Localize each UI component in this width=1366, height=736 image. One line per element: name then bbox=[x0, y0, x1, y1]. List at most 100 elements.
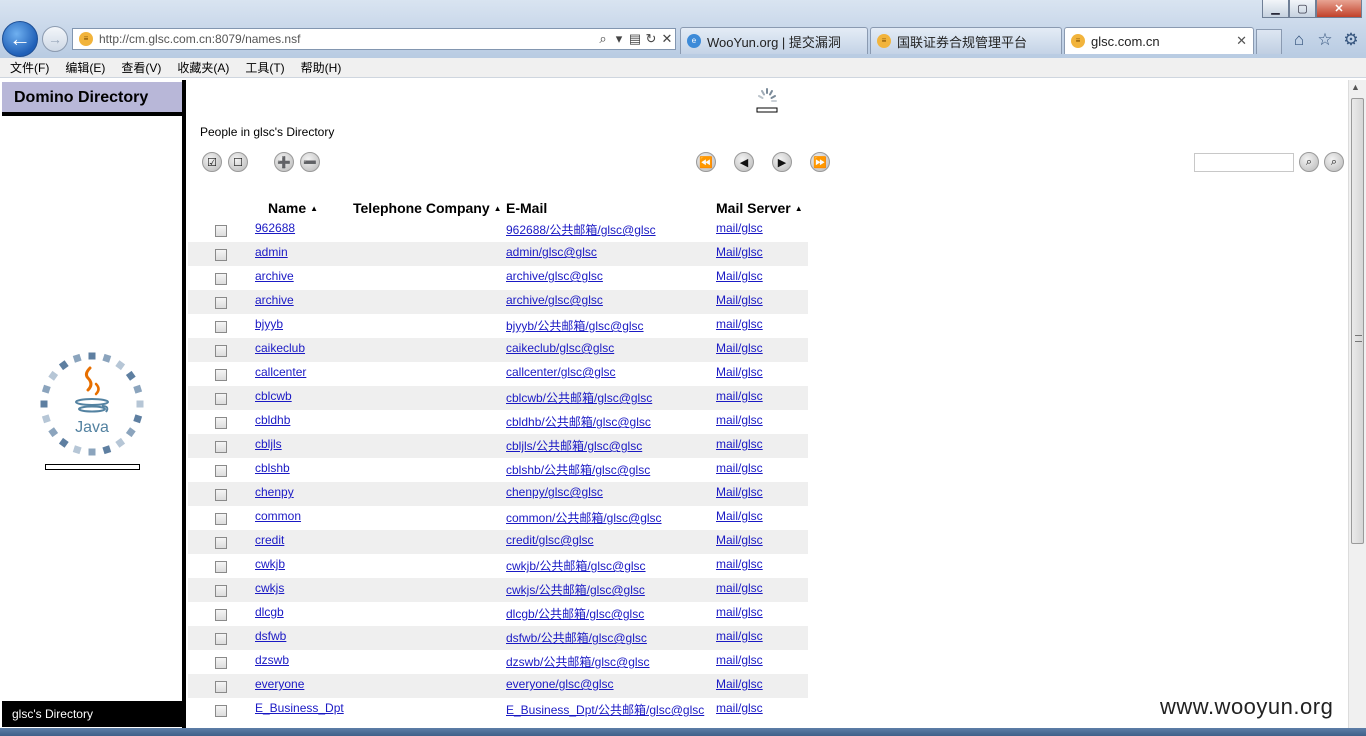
person-mail-server-link[interactable]: mail/glsc bbox=[716, 221, 763, 235]
person-name-link[interactable]: common bbox=[255, 509, 301, 523]
person-email-link[interactable]: dsfwb/公共邮箱/glsc@glsc bbox=[506, 629, 647, 646]
row-checkbox[interactable] bbox=[215, 705, 227, 717]
next-page-button[interactable]: ▶ bbox=[772, 152, 792, 172]
person-email-link[interactable]: cwkjb/公共邮箱/glsc@glsc bbox=[506, 557, 646, 574]
home-icon[interactable]: ⌂ bbox=[1290, 30, 1308, 50]
view-search-input[interactable] bbox=[1194, 153, 1294, 172]
new-tab-button[interactable] bbox=[1256, 29, 1282, 54]
search-button[interactable]: ⌕ bbox=[1324, 152, 1344, 172]
person-mail-server-link[interactable]: mail/glsc bbox=[716, 701, 763, 715]
row-checkbox[interactable] bbox=[215, 297, 227, 309]
person-name-link[interactable]: callcenter bbox=[255, 365, 306, 379]
person-mail-server-link[interactable]: mail/glsc bbox=[716, 581, 763, 595]
person-mail-server-link[interactable]: mail/glsc bbox=[716, 389, 763, 403]
person-name-link[interactable]: 962688 bbox=[255, 221, 295, 235]
row-checkbox[interactable] bbox=[215, 489, 227, 501]
minimize-button[interactable]: ▁ bbox=[1262, 0, 1289, 18]
person-mail-server-link[interactable]: mail/glsc bbox=[716, 629, 763, 643]
compatibility-icon[interactable]: ▤ bbox=[627, 31, 643, 47]
person-name-link[interactable]: archive bbox=[255, 293, 294, 307]
person-mail-server-link[interactable]: mail/glsc bbox=[716, 317, 763, 331]
forward-button[interactable]: → bbox=[42, 26, 68, 52]
menu-favorites[interactable]: 收藏夹(A) bbox=[177, 59, 229, 76]
stop-icon[interactable]: ✕ bbox=[659, 31, 675, 47]
menu-help[interactable]: 帮助(H) bbox=[301, 59, 342, 76]
person-email-link[interactable]: bjyyb/公共邮箱/glsc@glsc bbox=[506, 317, 644, 334]
row-checkbox[interactable] bbox=[215, 393, 227, 405]
previous-page-button[interactable]: ◀ bbox=[734, 152, 754, 172]
person-mail-server-link[interactable]: Mail/glsc bbox=[716, 341, 763, 355]
expand-all-button[interactable]: ➕ bbox=[274, 152, 294, 172]
person-email-link[interactable]: archive/glsc@glsc bbox=[506, 293, 603, 307]
person-email-link[interactable]: caikeclub/glsc@glsc bbox=[506, 341, 614, 355]
person-email-link[interactable]: dlcgb/公共邮箱/glsc@glsc bbox=[506, 605, 644, 622]
person-email-link[interactable]: dzswb/公共邮箱/glsc@glsc bbox=[506, 653, 650, 670]
column-header-mail-server[interactable]: Mail Server ▲ bbox=[716, 200, 803, 216]
refresh-icon[interactable]: ↻ bbox=[643, 31, 659, 47]
back-button[interactable]: ← bbox=[2, 21, 38, 57]
person-mail-server-link[interactable]: mail/glsc bbox=[716, 653, 763, 667]
menu-view[interactable]: 查看(V) bbox=[121, 59, 161, 76]
sort-ascending-icon[interactable]: ▲ bbox=[494, 204, 502, 213]
person-name-link[interactable]: E_Business_Dpt bbox=[255, 701, 344, 715]
person-name-link[interactable]: everyone bbox=[255, 677, 304, 691]
person-email-link[interactable]: cbldhb/公共邮箱/glsc@glsc bbox=[506, 413, 651, 430]
row-checkbox[interactable] bbox=[215, 609, 227, 621]
column-header-telephone-company[interactable]: Telephone Company ▲ bbox=[353, 200, 502, 216]
row-checkbox[interactable] bbox=[215, 321, 227, 333]
person-email-link[interactable]: cbljls/公共邮箱/glsc@glsc bbox=[506, 437, 642, 454]
maximize-button[interactable]: ▢ bbox=[1289, 0, 1316, 18]
search-options-button[interactable]: ⌕ bbox=[1299, 152, 1319, 172]
row-checkbox[interactable] bbox=[215, 441, 227, 453]
person-email-link[interactable]: admin/glsc@glsc bbox=[506, 245, 597, 259]
last-page-button[interactable]: ⏩ bbox=[810, 152, 830, 172]
person-mail-server-link[interactable]: mail/glsc bbox=[716, 413, 763, 427]
close-window-button[interactable]: ✕ bbox=[1316, 0, 1362, 18]
address-url[interactable]: http://cm.glsc.com.cn:8079/names.nsf bbox=[99, 32, 595, 46]
row-checkbox[interactable] bbox=[215, 465, 227, 477]
person-name-link[interactable]: cblshb bbox=[255, 461, 290, 475]
person-name-link[interactable]: caikeclub bbox=[255, 341, 305, 355]
person-email-link[interactable]: chenpy/glsc@glsc bbox=[506, 485, 603, 499]
person-name-link[interactable]: dzswb bbox=[255, 653, 289, 667]
close-tab-icon[interactable]: ✕ bbox=[1228, 33, 1247, 49]
row-checkbox[interactable] bbox=[215, 513, 227, 525]
first-page-button[interactable]: ⏪ bbox=[696, 152, 716, 172]
tab-wooyun[interactable]: e WooYun.org | 提交漏洞 bbox=[680, 27, 868, 54]
person-name-link[interactable]: cbldhb bbox=[255, 413, 290, 427]
person-mail-server-link[interactable]: mail/glsc bbox=[716, 605, 763, 619]
person-name-link[interactable]: cblcwb bbox=[255, 389, 292, 403]
person-name-link[interactable]: cwkjs bbox=[255, 581, 284, 595]
address-bar[interactable]: ≡ http://cm.glsc.com.cn:8079/names.nsf ⌕… bbox=[72, 28, 676, 50]
person-name-link[interactable]: cbljls bbox=[255, 437, 282, 451]
scroll-thumb[interactable] bbox=[1351, 98, 1364, 544]
vertical-scrollbar[interactable]: ▲ bbox=[1348, 80, 1366, 728]
gear-icon[interactable]: ⚙ bbox=[1342, 30, 1360, 50]
search-icon[interactable]: ⌕ bbox=[595, 31, 611, 47]
menu-file[interactable]: 文件(F) bbox=[10, 59, 49, 76]
directory-footer[interactable]: glsc's Directory bbox=[2, 701, 182, 727]
person-email-link[interactable]: archive/glsc@glsc bbox=[506, 269, 603, 283]
person-mail-server-link[interactable]: Mail/glsc bbox=[716, 245, 763, 259]
person-name-link[interactable]: cwkjb bbox=[255, 557, 285, 571]
column-header-name[interactable]: Name ▲ bbox=[268, 200, 318, 216]
person-name-link[interactable]: chenpy bbox=[255, 485, 294, 499]
row-checkbox[interactable] bbox=[215, 345, 227, 357]
person-mail-server-link[interactable]: Mail/glsc bbox=[716, 269, 763, 283]
person-name-link[interactable]: dlcgb bbox=[255, 605, 284, 619]
sort-ascending-icon[interactable]: ▲ bbox=[795, 204, 803, 213]
person-mail-server-link[interactable]: mail/glsc bbox=[716, 437, 763, 451]
person-mail-server-link[interactable]: Mail/glsc bbox=[716, 509, 763, 523]
person-email-link[interactable]: everyone/glsc@glsc bbox=[506, 677, 614, 691]
person-mail-server-link[interactable]: mail/glsc bbox=[716, 461, 763, 475]
person-name-link[interactable]: bjyyb bbox=[255, 317, 283, 331]
favorites-star-icon[interactable]: ☆ bbox=[1316, 30, 1334, 50]
person-email-link[interactable]: cwkjs/公共邮箱/glsc@glsc bbox=[506, 581, 645, 598]
row-checkbox[interactable] bbox=[215, 537, 227, 549]
row-checkbox[interactable] bbox=[215, 585, 227, 597]
person-email-link[interactable]: cblshb/公共邮箱/glsc@glsc bbox=[506, 461, 650, 478]
person-email-link[interactable]: credit/glsc@glsc bbox=[506, 533, 594, 547]
row-checkbox[interactable] bbox=[215, 369, 227, 381]
row-checkbox[interactable] bbox=[215, 273, 227, 285]
person-email-link[interactable]: E_Business_Dpt/公共邮箱/glsc@glsc bbox=[506, 701, 704, 718]
